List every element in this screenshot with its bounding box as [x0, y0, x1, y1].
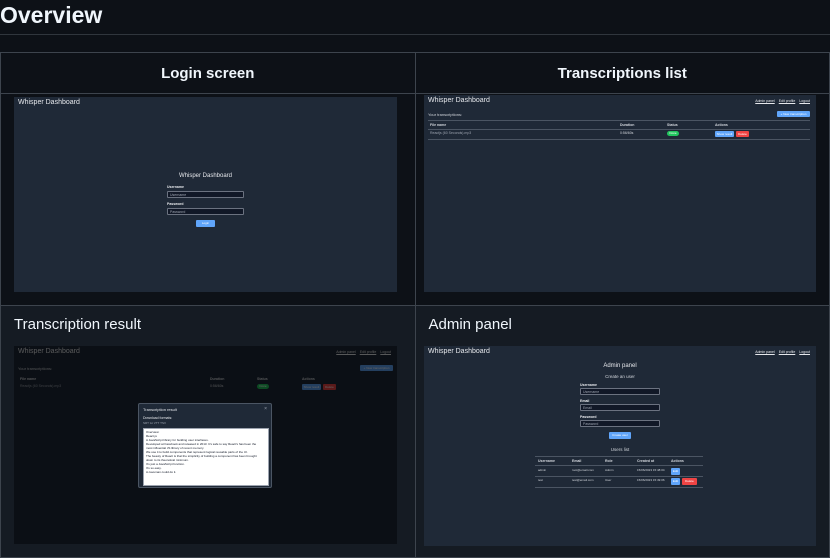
nav-admin-panel[interactable]: Admin panel: [755, 99, 774, 103]
top-nav: Admin panel Edit profile Logout: [755, 350, 810, 354]
username-input[interactable]: Username: [167, 191, 244, 198]
col-file: File name: [430, 123, 447, 127]
users-list-heading: Users list: [610, 447, 630, 452]
user-email: root@email.com: [572, 468, 594, 472]
user-email: test@email.com: [572, 478, 594, 482]
col-created: Created at: [637, 459, 655, 463]
transcript-line: A caveman could do it.: [146, 470, 177, 474]
download-formats[interactable]: SRT txt VTT TSV: [143, 421, 166, 425]
user-created: 15/06/2023 15:49:06: [637, 478, 665, 482]
user-actions: Edit: [671, 468, 701, 475]
brand-title: Whisper Dashboard: [428, 348, 490, 355]
transcriptions-screenshot: Whisper Dashboard Admin panel Edit profi…: [424, 95, 816, 292]
row-status-cell: Done: [667, 131, 715, 137]
admin-screenshot: Whisper Dashboard Admin panel Edit profi…: [424, 346, 816, 546]
user-role: User: [605, 478, 612, 482]
user-username: admin: [538, 468, 547, 472]
user-role: Admin: [605, 468, 614, 472]
panel-caption-login: Login screen: [0, 52, 416, 94]
row-actions: Show result Delete: [715, 131, 775, 137]
users-table-bottom-border: [535, 487, 703, 488]
admin-title: Admin panel: [603, 363, 637, 369]
user-actions: Edit Delete: [671, 478, 701, 485]
table-bottom-border: [428, 139, 810, 140]
result-screenshot: Whisper Dashboard Admin panel Edit profi…: [14, 346, 397, 544]
edit-user-button[interactable]: Edit: [671, 468, 680, 475]
row-duration: 0:56/60s: [620, 131, 634, 135]
modal-title: Transcription result: [143, 407, 177, 412]
users-table-header: Username Email Role Created at Actions: [538, 459, 704, 463]
create-user-heading: Create an user: [605, 374, 635, 379]
top-nav: Admin panel Edit profile Logout: [755, 99, 810, 103]
download-label: Download formats:: [143, 416, 173, 420]
admin-username-label: Username: [580, 383, 597, 387]
create-user-button[interactable]: Create user: [609, 432, 631, 439]
col-user-actions: Actions: [671, 459, 684, 463]
login-title: Whisper Dashboard: [178, 173, 233, 179]
table-row: test test@email.com User 15/06/2023 15:4…: [538, 478, 704, 485]
nav-edit-profile[interactable]: Edit profile: [779, 99, 796, 103]
col-role: Role: [605, 459, 613, 463]
edit-user-button[interactable]: Edit: [671, 478, 680, 485]
close-icon[interactable]: ×: [264, 406, 267, 412]
col-username: Username: [538, 459, 555, 463]
panel-caption-admin: Admin panel: [428, 316, 512, 333]
nav-logout[interactable]: Logout: [799, 99, 810, 103]
table-row: Reactjs (60 Seconds).mp3 0:56/60s Done S…: [430, 131, 810, 137]
status-badge: Done: [667, 131, 679, 136]
panel-caption-result: Transcription result: [14, 316, 141, 333]
delete-user-button[interactable]: Delete: [682, 478, 697, 485]
login-button[interactable]: Login: [196, 220, 215, 227]
password-label: Password: [167, 202, 184, 206]
user-username: test: [538, 478, 543, 482]
col-duration: Duration: [620, 123, 635, 127]
nav-edit-profile[interactable]: Edit profile: [779, 350, 796, 354]
table-header-border: [428, 129, 810, 130]
col-email: Email: [572, 459, 582, 463]
password-input[interactable]: Password: [167, 208, 244, 215]
login-screenshot: Whisper Dashboard Whisper Dashboard User…: [14, 97, 397, 292]
delete-button[interactable]: Delete: [736, 131, 749, 137]
admin-password-input[interactable]: Password: [580, 420, 660, 427]
brand-title: Whisper Dashboard: [428, 97, 490, 104]
new-transcription-button[interactable]: + New transcription: [777, 111, 810, 117]
admin-username-input[interactable]: Username: [580, 388, 660, 395]
col-actions: Actions: [715, 123, 728, 127]
panel-caption-transcriptions: Transcriptions list: [414, 52, 830, 94]
table-header: File name Duration Status Actions: [430, 123, 810, 127]
users-header-border: [535, 465, 703, 466]
page-title: Overview: [0, 2, 103, 28]
brand-title: Whisper Dashboard: [18, 99, 80, 106]
admin-email-input[interactable]: Email: [580, 404, 660, 411]
username-label: Username: [167, 185, 184, 189]
nav-logout[interactable]: Logout: [799, 350, 810, 354]
col-status: Status: [667, 123, 678, 127]
transcriptions-heading: Your transcriptions:: [428, 112, 463, 117]
admin-email-label: Email: [580, 399, 590, 403]
nav-admin-panel[interactable]: Admin panel: [755, 350, 774, 354]
result-modal: Transcription result × Download formats:…: [138, 403, 272, 488]
table-row: admin root@email.com Admin 15/06/2023 15…: [538, 468, 704, 475]
admin-password-label: Password: [580, 415, 597, 419]
users-table-top-border: [535, 456, 703, 457]
title-divider: [0, 34, 830, 35]
show-result-button[interactable]: Show result: [715, 131, 734, 137]
user-created: 15/06/2023 15:48:04: [637, 468, 665, 472]
row-file: Reactjs (60 Seconds).mp3: [430, 131, 472, 135]
table-top-border: [428, 120, 810, 121]
users-row-border: [535, 476, 703, 477]
transcript-textbox[interactable]: Overview: React.js A JavaScript library …: [143, 428, 269, 486]
